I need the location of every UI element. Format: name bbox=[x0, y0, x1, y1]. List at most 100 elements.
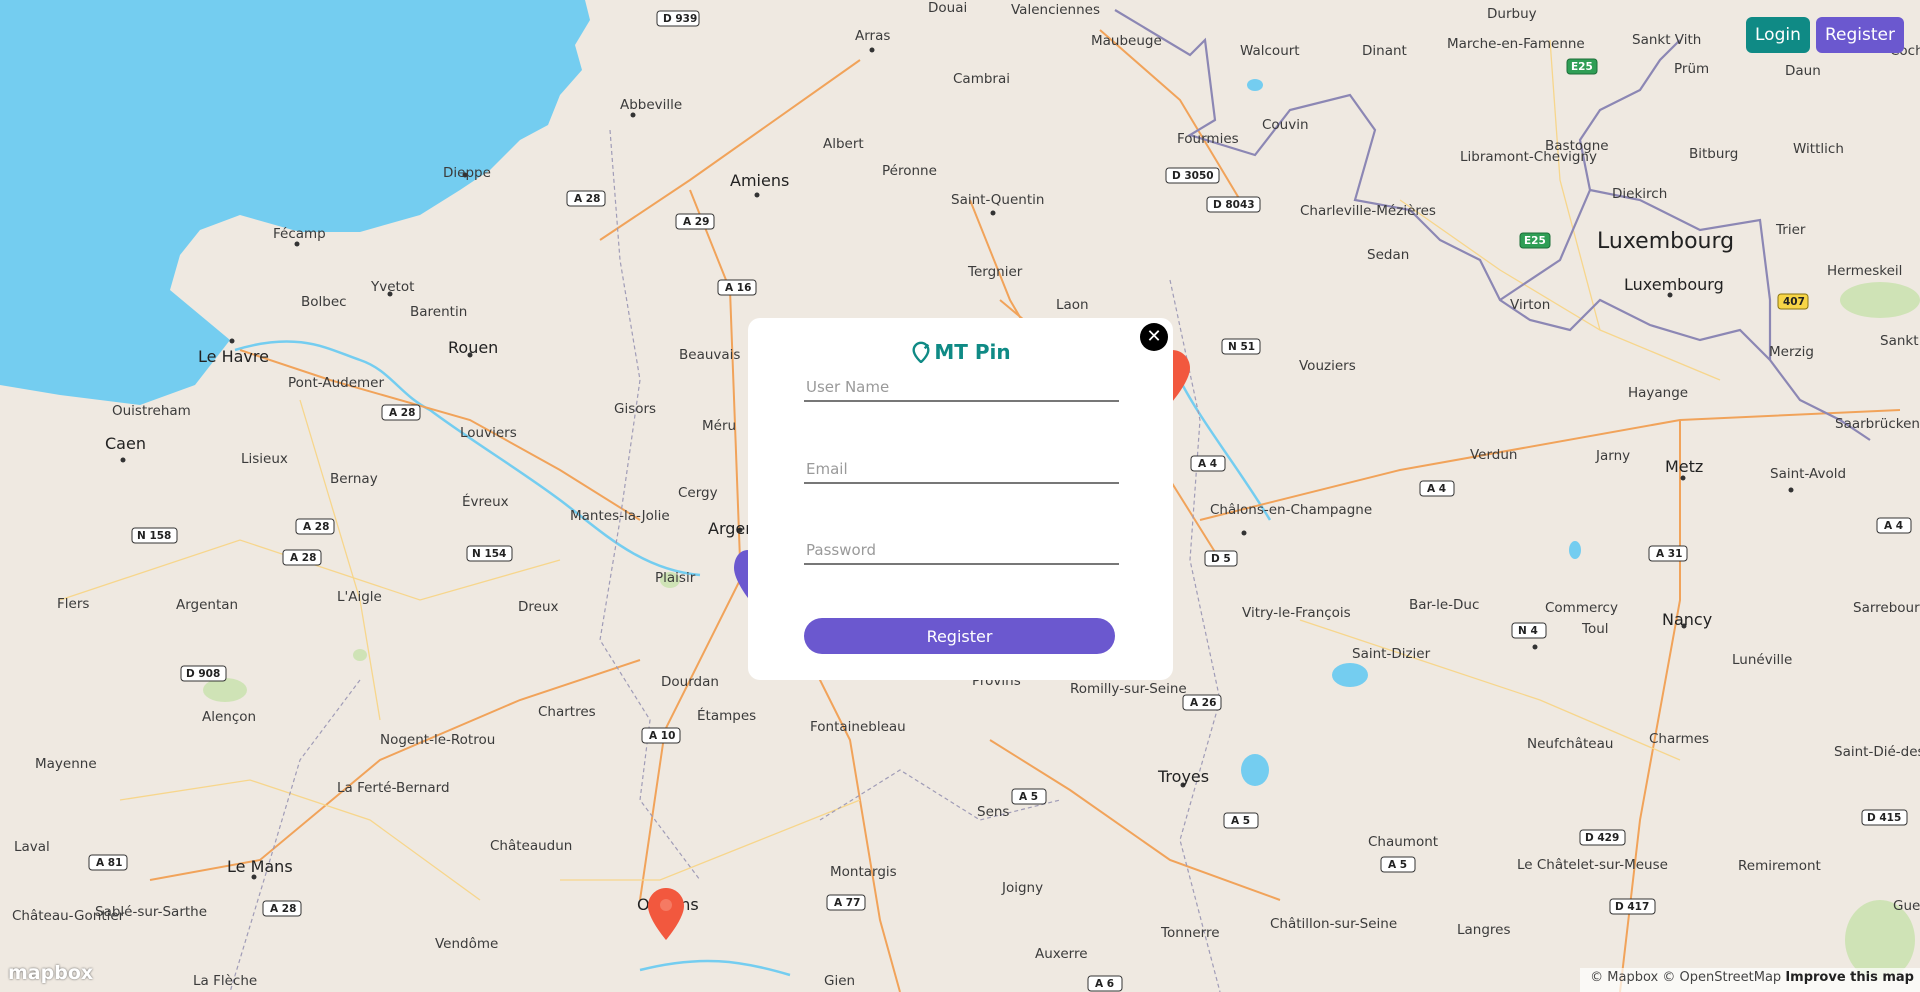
email-field[interactable] bbox=[804, 456, 1119, 484]
svg-text:A 31: A 31 bbox=[1656, 548, 1682, 560]
svg-text:A 10: A 10 bbox=[649, 730, 675, 742]
place-label: Sarrebourg bbox=[1853, 600, 1920, 616]
place-label: Amiens bbox=[730, 171, 789, 190]
place-label: Beauvais bbox=[679, 347, 740, 363]
place-label: Auxerre bbox=[1035, 946, 1088, 962]
svg-text:D 415: D 415 bbox=[1867, 812, 1901, 824]
road-shield: A 28 bbox=[381, 404, 421, 421]
mapbox-attribution-link[interactable]: © Mapbox bbox=[1590, 970, 1658, 985]
place-label: Diekirch bbox=[1612, 186, 1667, 202]
place-label: Joigny bbox=[1001, 880, 1043, 896]
road-shield: A 5 bbox=[1380, 856, 1416, 873]
road-shield: D 3050 bbox=[1165, 167, 1220, 184]
place-label: Rouen bbox=[448, 338, 498, 357]
place-label: Méru bbox=[702, 418, 736, 434]
place-label: Nogent-le-Rotrou bbox=[380, 732, 495, 748]
svg-text:A 29: A 29 bbox=[683, 216, 709, 228]
place-label: Sens bbox=[977, 804, 1009, 820]
place-label: Troyes bbox=[1157, 767, 1209, 786]
place-label: Lunéville bbox=[1732, 652, 1792, 668]
place-label: Étampes bbox=[697, 707, 756, 724]
road-shield: A 31 bbox=[1648, 545, 1688, 562]
place-label: Saint-Dié-des-Vosges bbox=[1834, 744, 1920, 760]
place-label: Bernay bbox=[330, 471, 378, 487]
mapbox-logo[interactable]: mapbox bbox=[8, 962, 93, 984]
road-shield: D 429 bbox=[1579, 829, 1626, 846]
register-button[interactable]: Register bbox=[1816, 17, 1904, 53]
register-submit-button[interactable]: Register bbox=[804, 618, 1115, 654]
place-label: Luxembourg bbox=[1624, 275, 1724, 294]
place-label: Argentan bbox=[176, 597, 238, 613]
svg-text:D 3050: D 3050 bbox=[1172, 170, 1214, 182]
place-label: Commercy bbox=[1545, 600, 1618, 616]
place-label: Sankt Vith bbox=[1632, 32, 1701, 48]
road-shield: D 8043 bbox=[1206, 196, 1261, 213]
place-label: Virton bbox=[1510, 297, 1550, 313]
svg-text:A 4: A 4 bbox=[1427, 483, 1446, 495]
road-shield: A 28 bbox=[295, 518, 335, 535]
svg-text:A 81: A 81 bbox=[96, 857, 122, 869]
place-label: Tergnier bbox=[967, 264, 1023, 280]
road-shield: A 29 bbox=[675, 213, 715, 230]
place-label: Tonnerre bbox=[1160, 925, 1220, 941]
brand-logo: MT Pin bbox=[748, 340, 1173, 368]
road-shield: D 939 bbox=[656, 10, 700, 27]
place-label: Vitry-le-François bbox=[1242, 605, 1351, 621]
place-label: Saint-Avold bbox=[1770, 466, 1846, 482]
svg-text:A 4: A 4 bbox=[1198, 458, 1217, 470]
place-label: Couvin bbox=[1262, 117, 1309, 133]
svg-text:D 8043: D 8043 bbox=[1213, 199, 1255, 211]
svg-text:A 28: A 28 bbox=[270, 903, 296, 915]
place-label: Le Mans bbox=[227, 857, 293, 876]
place-label: Saarbrücken bbox=[1835, 416, 1920, 432]
place-label: Prüm bbox=[1674, 61, 1709, 77]
road-shield: 407 bbox=[1777, 293, 1809, 310]
place-label: Châlons-en-Champagne bbox=[1210, 502, 1372, 518]
road-shield: A 4 bbox=[1876, 517, 1912, 534]
place-label: Cambrai bbox=[953, 71, 1010, 87]
place-label: Dinant bbox=[1362, 43, 1407, 59]
place-label: Remiremont bbox=[1738, 858, 1821, 874]
svg-text:N 51: N 51 bbox=[1228, 341, 1255, 353]
svg-text:407: 407 bbox=[1783, 296, 1805, 308]
road-shield: N 154 bbox=[466, 545, 513, 562]
svg-text:A 6: A 6 bbox=[1095, 978, 1114, 990]
place-label: Maubeuge bbox=[1091, 33, 1162, 49]
place-label: Vendôme bbox=[435, 936, 498, 952]
place-label: Bitburg bbox=[1689, 146, 1738, 162]
password-field[interactable] bbox=[804, 537, 1119, 565]
svg-text:N 158: N 158 bbox=[137, 530, 171, 542]
place-label: Daun bbox=[1785, 63, 1821, 79]
place-label: Châtillon-sur-Seine bbox=[1270, 916, 1397, 932]
svg-text:D 429: D 429 bbox=[1585, 832, 1619, 844]
svg-text:D 417: D 417 bbox=[1615, 901, 1649, 913]
place-label: Nancy bbox=[1662, 610, 1712, 629]
place-label: Abbeville bbox=[620, 97, 682, 113]
place-label: Château-Gontier bbox=[12, 908, 125, 924]
map-attribution: © Mapbox © OpenStreetMap Improve this ma… bbox=[1580, 968, 1920, 992]
road-shield: A 28 bbox=[566, 190, 606, 207]
svg-text:A 77: A 77 bbox=[834, 897, 860, 909]
place-label: Langres bbox=[1457, 922, 1511, 938]
place-label: Cergy bbox=[678, 485, 718, 501]
road-shield: D 908 bbox=[180, 665, 227, 682]
place-label: Merzig bbox=[1769, 344, 1814, 360]
improve-map-link[interactable]: Improve this map bbox=[1785, 970, 1914, 985]
place-label: Trier bbox=[1775, 222, 1806, 238]
place-label: Ouistreham bbox=[112, 403, 191, 419]
place-label: Laon bbox=[1056, 297, 1089, 313]
login-button[interactable]: Login bbox=[1746, 17, 1810, 53]
svg-text:A 16: A 16 bbox=[725, 282, 751, 294]
place-label: Walcourt bbox=[1240, 43, 1300, 59]
osm-attribution-link[interactable]: © OpenStreetMap bbox=[1662, 970, 1781, 985]
place-label: Gue bbox=[1893, 898, 1920, 914]
place-label: L'Aigle bbox=[337, 589, 382, 605]
svg-text:E25: E25 bbox=[1571, 61, 1593, 73]
svg-text:E25: E25 bbox=[1524, 235, 1546, 247]
username-field[interactable] bbox=[804, 374, 1119, 402]
place-label: Valenciennes bbox=[1011, 2, 1100, 18]
place-label: Romilly-sur-Seine bbox=[1070, 681, 1187, 697]
place-label: Hayange bbox=[1628, 385, 1688, 401]
road-shield: A 4 bbox=[1419, 480, 1455, 497]
road-shield: N 51 bbox=[1221, 338, 1261, 355]
